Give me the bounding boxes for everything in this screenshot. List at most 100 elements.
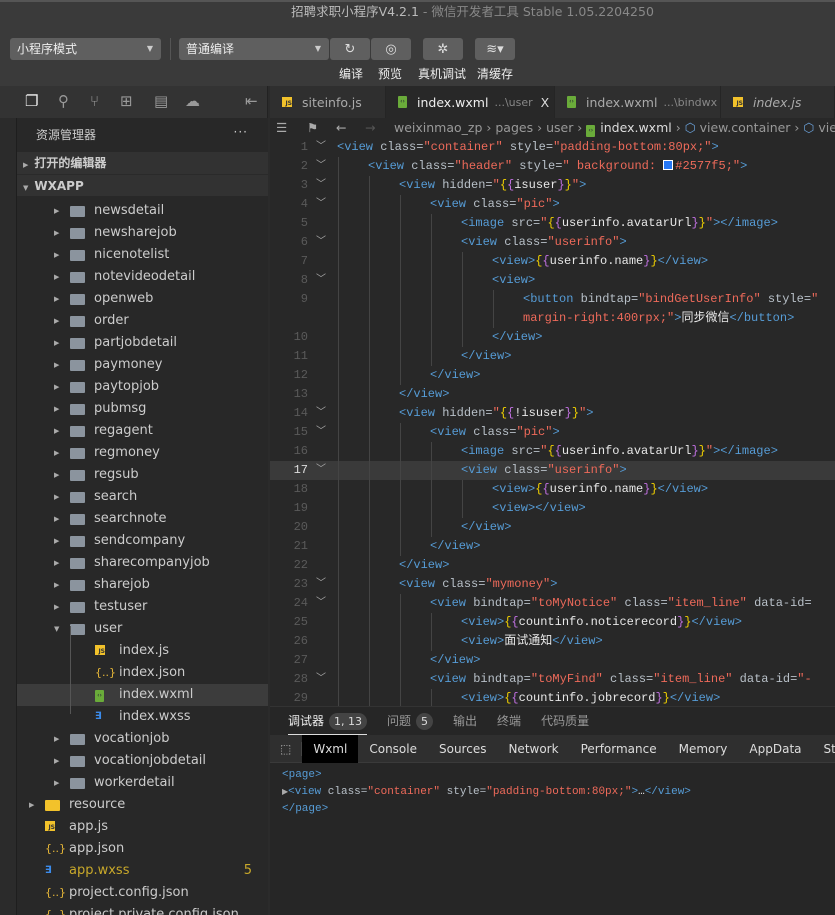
fold-chevron-icon[interactable]: ﹀ [316, 575, 326, 594]
layout-icon[interactable]: ▤ [154, 92, 168, 110]
breadcrumb-item[interactable]: vie [818, 120, 835, 135]
tree-item[interactable]: ▶ sharejob [17, 574, 268, 596]
editor-tab[interactable]: JS siteinfo.js [270, 86, 386, 118]
remote-debug-label[interactable]: 真机调试 [418, 65, 466, 82]
tree-item[interactable]: ▶ sharecompanyjob [17, 552, 268, 574]
breadcrumb-item[interactable]: view.container [700, 120, 791, 135]
code-line[interactable]: 2 ﹀ <view class="header" style=" backgroun… [270, 157, 835, 176]
panel-tab[interactable]: 调试器 1, 13 [288, 707, 368, 735]
tree-item[interactable]: {..} project.private.config.json [17, 904, 268, 915]
tree-item[interactable]: ▶ nicenotelist [17, 244, 268, 266]
dom-node[interactable]: ▶<view class="container" style="padding-… [282, 784, 835, 801]
code-editor[interactable]: 1 ﹀ <view class="container" style="padding… [270, 138, 835, 706]
code-line[interactable]: 25 <view>{{countinfo.noticerecord}}</view… [270, 613, 835, 632]
code-line[interactable]: margin-right:400rpx;">同步微信</button> [270, 309, 835, 328]
code-line[interactable]: 12 </view> [270, 366, 835, 385]
search-icon[interactable]: ⚲ [58, 92, 69, 110]
code-line[interactable]: 29 <view>{{countinfo.jobrecord}}</view> [270, 689, 835, 706]
forward-icon[interactable]: → [365, 118, 375, 138]
breadcrumb-item[interactable]: index.wxml [600, 120, 671, 135]
tree-item[interactable]: JS index.js [17, 640, 268, 662]
bookmark-icon[interactable]: ⚑ [307, 118, 318, 138]
tree-item[interactable]: ▼ user [17, 618, 268, 640]
editor-tab[interactable]: ‹› index.wxml ...\bindwx [555, 86, 721, 118]
fold-chevron-icon[interactable]: ﹀ [316, 157, 326, 176]
tree-item[interactable]: ∃ app.wxss 5 [17, 860, 268, 882]
fold-chevron-icon[interactable]: ﹀ [316, 176, 326, 195]
devtools-tab[interactable]: Network [497, 735, 569, 763]
code-line[interactable]: 19 <view></view> [270, 499, 835, 518]
collapse-panel-icon[interactable]: ⇤ [245, 92, 258, 110]
tree-item[interactable]: ▶ sendcompany [17, 530, 268, 552]
fold-chevron-icon[interactable]: ﹀ [316, 594, 326, 613]
tree-item[interactable]: ▶ newsharejob [17, 222, 268, 244]
tree-item[interactable]: ▶ regmoney [17, 442, 268, 464]
code-line[interactable]: 18 <view>{{userinfo.name}}</view> [270, 480, 835, 499]
code-line[interactable]: 24 ﹀ <view bindtap="toMyNotice" class="ite… [270, 594, 835, 613]
devtools-tab[interactable]: Performance [570, 735, 668, 763]
compile-mode-select[interactable]: 普通编译 ▼ [179, 38, 329, 60]
tree-item[interactable]: ▶ regsub [17, 464, 268, 486]
fold-chevron-icon[interactable]: ﹀ [316, 423, 326, 442]
remote-debug-button[interactable]: ✲ [423, 38, 463, 60]
tree-item[interactable]: ▶ vocationjobdetail [17, 750, 268, 772]
code-line[interactable]: 11 </view> [270, 347, 835, 366]
devtools-tab[interactable]: Storag [813, 735, 835, 763]
wxapp-section[interactable]: ▼ WXAPP [17, 174, 268, 196]
fold-chevron-icon[interactable]: ﹀ [316, 138, 326, 157]
compile-button[interactable]: ↻ [330, 38, 370, 60]
tree-item[interactable]: ▶ openweb [17, 288, 268, 310]
open-editors-section[interactable]: ▶ 打开的编辑器 [17, 152, 268, 174]
explorer-icon[interactable]: ❐ [25, 92, 38, 110]
tree-item[interactable]: ▶ regagent [17, 420, 268, 442]
fold-chevron-icon[interactable]: ﹀ [316, 461, 326, 480]
code-line[interactable]: 28 ﹀ <view bindtap="toMyFind" class="item_… [270, 670, 835, 689]
outline-icon[interactable]: ☰ [276, 118, 287, 138]
tree-item[interactable]: ▶ resource [17, 794, 268, 816]
code-line[interactable]: 15 ﹀ <view class="pic"> [270, 423, 835, 442]
code-line[interactable]: 5 <image src="{{userinfo.avatarUrl}}"></i… [270, 214, 835, 233]
docker-icon[interactable]: ☁ [185, 92, 200, 110]
mode-select[interactable]: 小程序模式 ▼ [10, 38, 161, 60]
tree-item[interactable]: ▶ testuser [17, 596, 268, 618]
clear-cache-button[interactable]: ≋▾ [475, 38, 515, 60]
devtools-tab[interactable]: Console [358, 735, 428, 763]
code-line[interactable]: 22 </view> [270, 556, 835, 575]
panel-tab[interactable]: 终端 [497, 707, 521, 735]
editor-tab[interactable]: JS index.js [721, 86, 835, 118]
tree-item[interactable]: ▶ order [17, 310, 268, 332]
fold-chevron-icon[interactable]: ﹀ [316, 404, 326, 423]
code-line[interactable]: 16 <image src="{{userinfo.avatarUrl}}"></… [270, 442, 835, 461]
editor-tab[interactable]: ‹› index.wxml ...\user X [386, 86, 555, 118]
more-icon[interactable]: ··· [234, 118, 248, 149]
devtools-tab[interactable]: AppData [738, 735, 812, 763]
code-line[interactable]: 23 ﹀ <view class="mymoney"> [270, 575, 835, 594]
code-line[interactable]: 26 <view>面试通知</view> [270, 632, 835, 651]
panel-tab[interactable]: 代码质量 [541, 707, 589, 735]
code-line[interactable]: 1 ﹀ <view class="container" style="padding… [270, 138, 835, 157]
tree-item[interactable]: JS app.js [17, 816, 268, 838]
tree-item[interactable]: ▶ paymoney [17, 354, 268, 376]
tree-item[interactable]: ▶ newsdetail [17, 200, 268, 222]
tree-item[interactable]: ▶ searchnote [17, 508, 268, 530]
breadcrumb-item[interactable]: weixinmao_zp [394, 120, 482, 135]
code-line[interactable]: 27 </view> [270, 651, 835, 670]
code-line[interactable]: 3 ﹀ <view hidden="{{isuser}}"> [270, 176, 835, 195]
extensions-icon[interactable]: ⊞ [120, 92, 133, 110]
code-line[interactable]: 21 </view> [270, 537, 835, 556]
code-line[interactable]: 17 ﹀ <view class="userinfo"> [270, 461, 835, 480]
tree-item[interactable]: ▶ paytopjob [17, 376, 268, 398]
tree-item[interactable]: ▶ search [17, 486, 268, 508]
tree-item[interactable]: {..} app.json [17, 838, 268, 860]
source-control-icon[interactable]: ⑂ [90, 92, 99, 110]
fold-chevron-icon[interactable]: ﹀ [316, 233, 326, 252]
fold-chevron-icon[interactable]: ﹀ [316, 195, 326, 214]
tree-item[interactable]: ▶ pubmsg [17, 398, 268, 420]
clear-cache-label[interactable]: 清缓存 [477, 65, 513, 82]
tree-item[interactable]: ∃ index.wxss [17, 706, 268, 728]
code-line[interactable]: 10 </view> [270, 328, 835, 347]
fold-chevron-icon[interactable]: ﹀ [316, 670, 326, 689]
panel-tab[interactable]: 输出 [453, 707, 477, 735]
code-line[interactable]: 9 <button bindtap="bindGetUserInfo" style… [270, 290, 835, 309]
preview-button[interactable]: ◎ [371, 38, 411, 60]
